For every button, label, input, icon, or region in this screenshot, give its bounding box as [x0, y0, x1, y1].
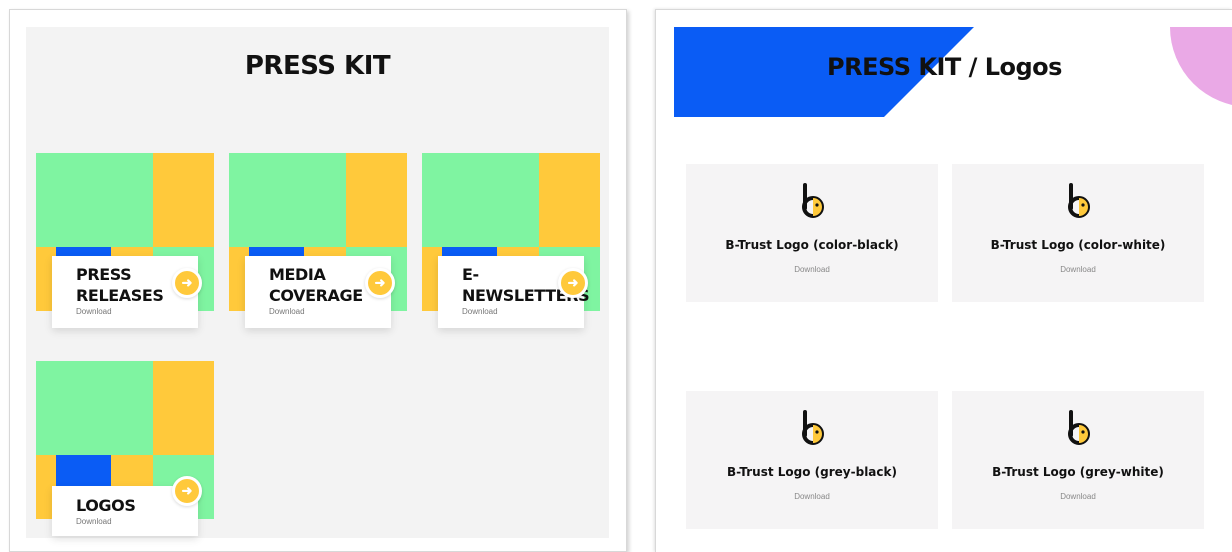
arrow-right-icon[interactable]: ➜	[172, 476, 202, 506]
press-kit-logos-page: PRESS KIT / Logos B-Trust Logo (color-bl…	[655, 9, 1232, 552]
card-logos[interactable]: LOGOS Download ➜	[36, 361, 214, 536]
download-link[interactable]: Download	[686, 265, 938, 274]
page-title: PRESS KIT	[244, 51, 391, 81]
logo-card-color-black[interactable]: B-Trust Logo (color-black) Download	[686, 164, 938, 302]
logo-name: B-Trust Logo (color-black)	[725, 238, 899, 252]
arrow-right-icon[interactable]: ➜	[365, 268, 395, 298]
download-link[interactable]: Download	[462, 307, 584, 316]
card-press-releases[interactable]: PRESS RELEASES Download ➜	[36, 153, 214, 328]
logo-name: B-Trust Logo (color-white)	[990, 238, 1166, 252]
logo-card-color-white[interactable]: B-Trust Logo (color-white) Download	[952, 164, 1204, 302]
download-link[interactable]: Download	[686, 492, 938, 501]
download-link[interactable]: Download	[269, 307, 391, 316]
logo-card-grey-black[interactable]: B-Trust Logo (grey-black) Download	[686, 391, 938, 529]
arrow-right-icon[interactable]: ➜	[558, 268, 588, 298]
page-title: PRESS KIT / Logos	[827, 53, 1062, 81]
download-link[interactable]: Download	[952, 265, 1204, 274]
logo-name: B-Trust Logo (grey-white)	[992, 465, 1164, 479]
b-trust-logo-icon	[1068, 183, 1090, 218]
card-media-coverage[interactable]: MEDIA COVERAGE Download ➜	[229, 153, 407, 328]
logo-card-grey-white[interactable]: B-Trust Logo (grey-white) Download	[952, 391, 1204, 529]
download-link[interactable]: Download	[952, 492, 1204, 501]
logo-name: B-Trust Logo (grey-black)	[727, 465, 897, 479]
download-link[interactable]: Download	[76, 307, 198, 316]
arrow-right-icon[interactable]: ➜	[172, 268, 202, 298]
press-kit-section: PRESS KIT PRESS RELEASES Download ➜ MEDI	[26, 27, 609, 538]
press-kit-page: PRESS KIT PRESS RELEASES Download ➜ MEDI	[9, 9, 627, 552]
b-trust-logo-icon	[1068, 410, 1090, 445]
b-trust-logo-icon	[802, 410, 824, 445]
b-trust-logo-icon	[802, 183, 824, 218]
card-e-newsletters[interactable]: E- NEWSLETTERS Download ➜	[422, 153, 600, 328]
download-link[interactable]: Download	[76, 517, 198, 526]
screenshot-stage: PRESS KIT PRESS RELEASES Download ➜ MEDI	[0, 0, 1232, 552]
